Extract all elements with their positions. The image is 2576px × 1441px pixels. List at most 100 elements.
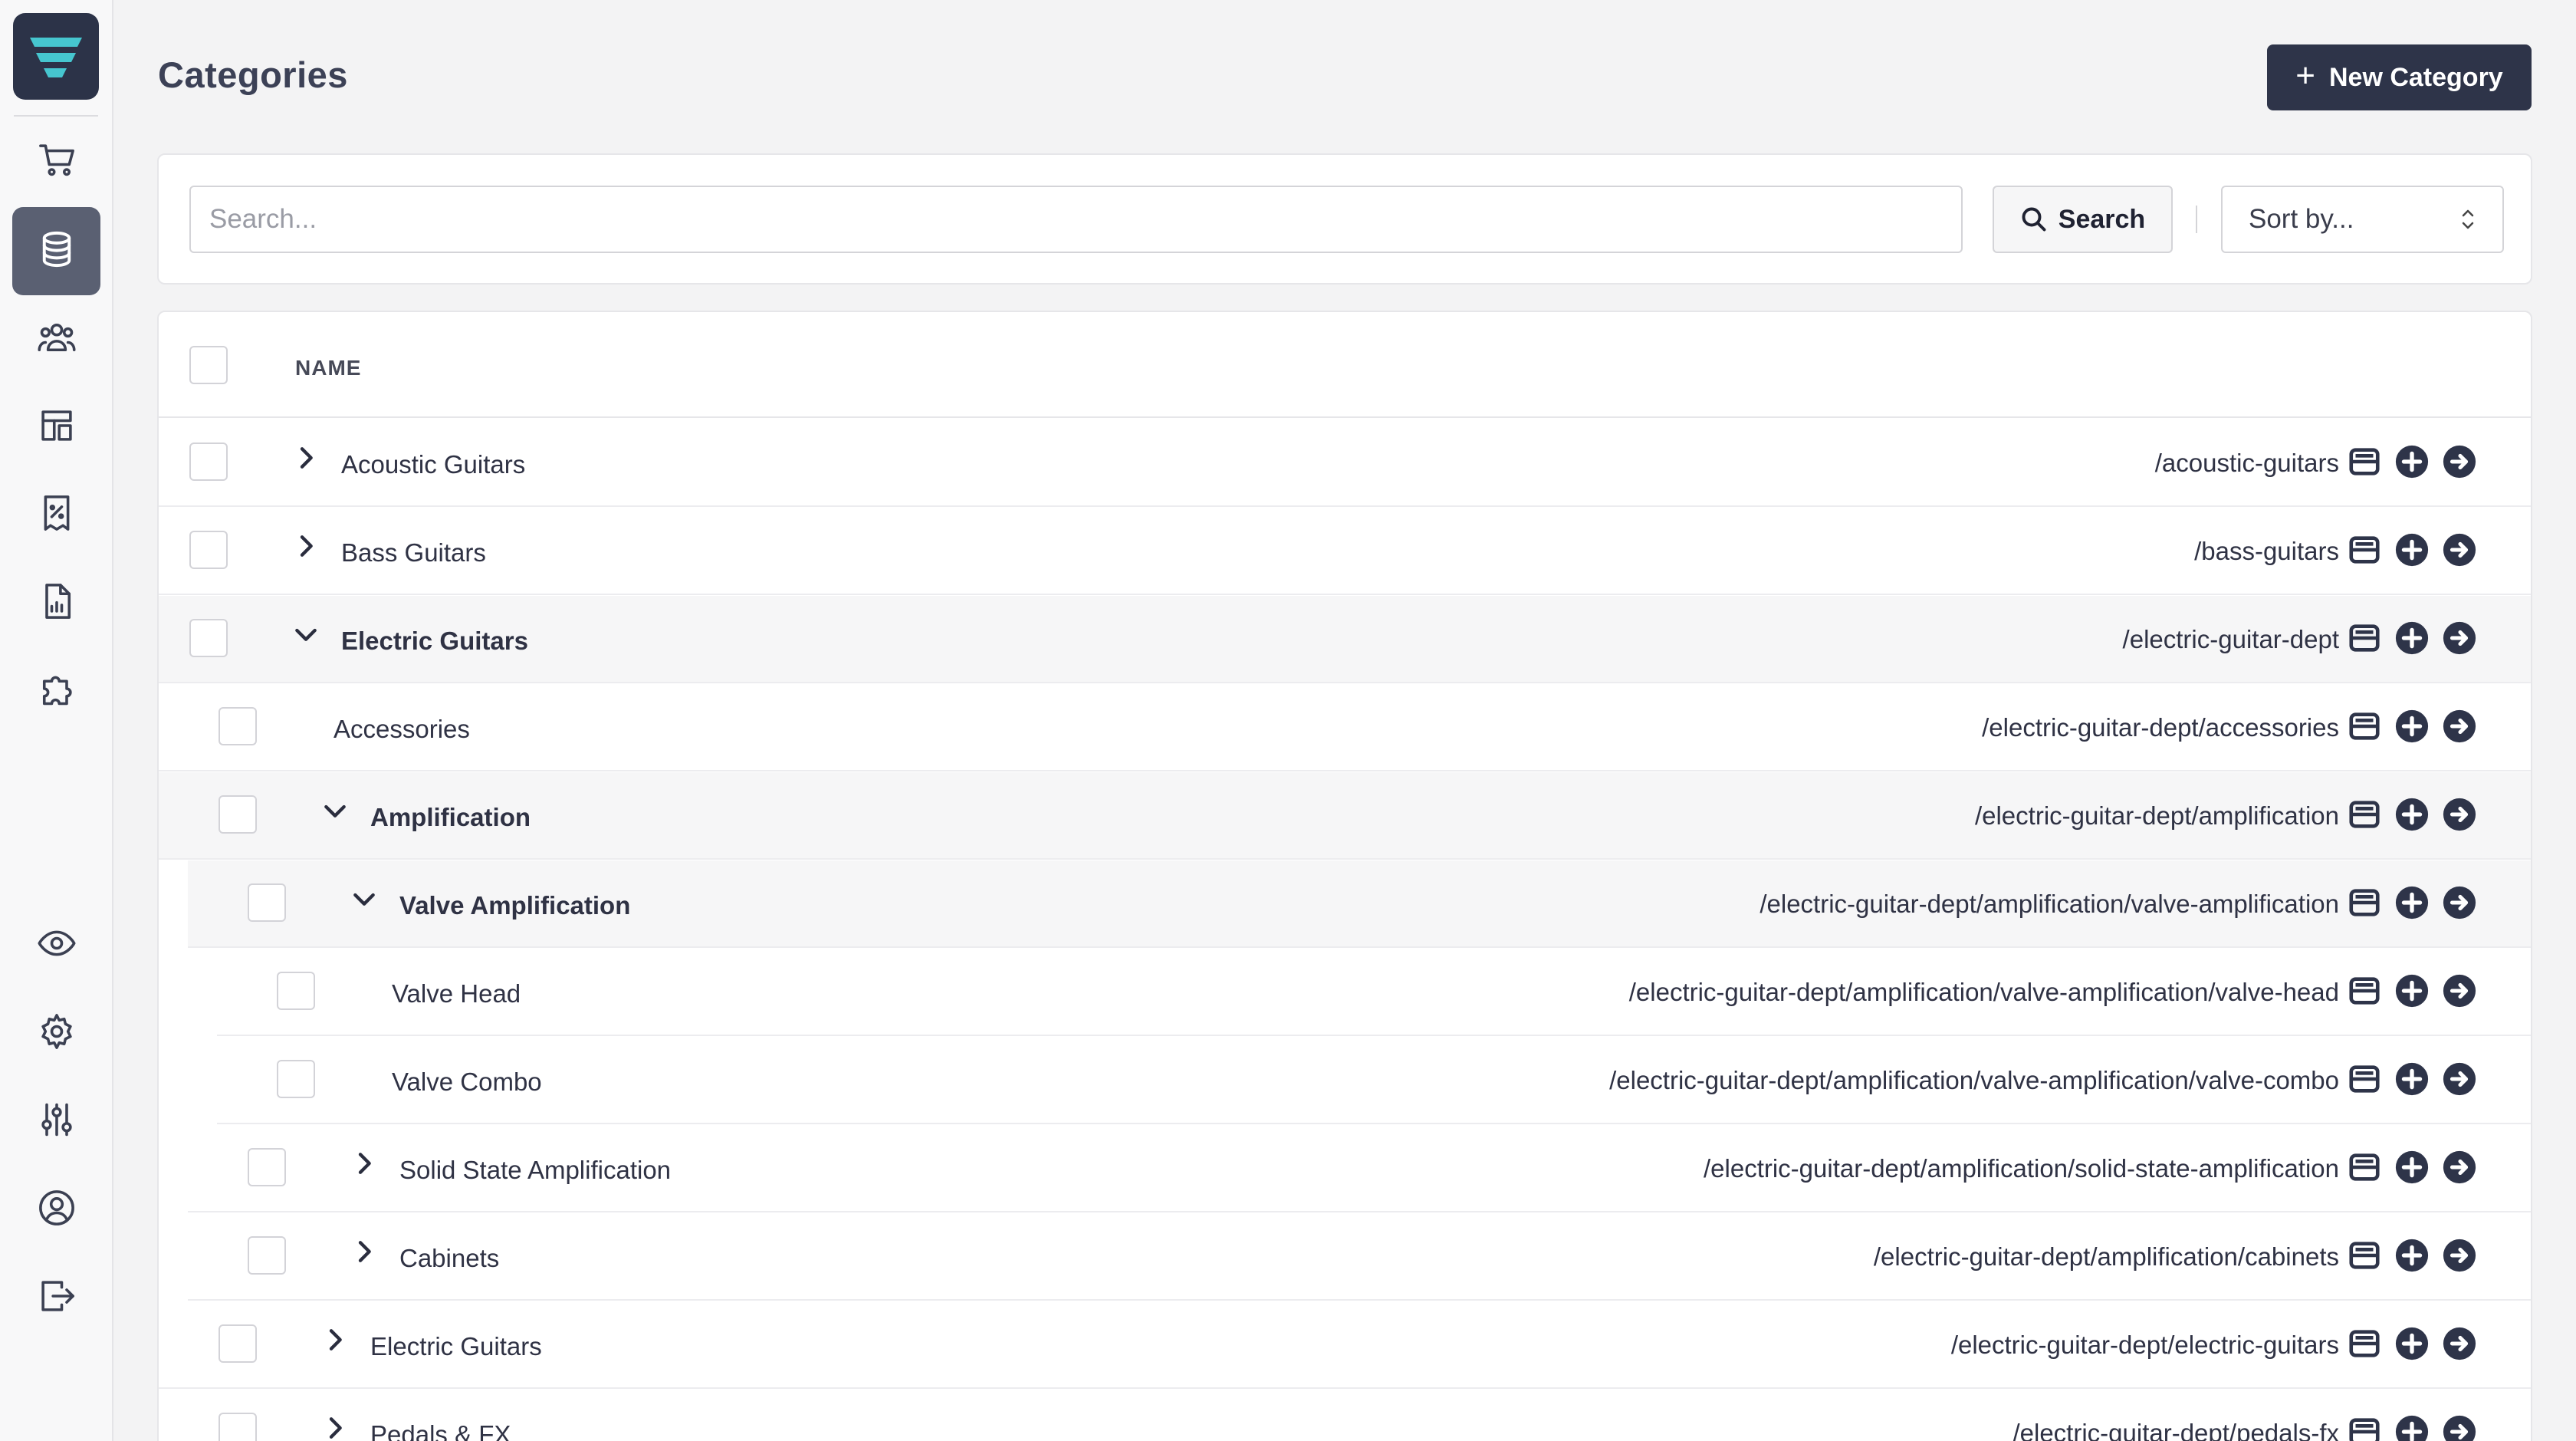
search-button[interactable]: Search <box>1993 186 2173 253</box>
archive-icon[interactable] <box>2347 1326 2382 1361</box>
row-checkbox[interactable] <box>248 883 286 922</box>
table-row[interactable]: Electric Guitars/electric-guitar-dept/el… <box>159 1301 2531 1389</box>
chevron-down-icon[interactable] <box>291 619 321 650</box>
table-row[interactable]: Electric Guitars/electric-guitar-dept <box>159 596 2531 683</box>
row-checkbox[interactable] <box>219 1413 257 1441</box>
chevron-right-icon[interactable] <box>320 1413 350 1441</box>
archive-icon[interactable] <box>2347 1414 2382 1441</box>
search-input[interactable] <box>189 186 1963 253</box>
chevron-down-icon[interactable] <box>349 883 380 914</box>
sidebar-item-receipt-percent[interactable] <box>12 471 100 559</box>
open-arrow-icon[interactable] <box>2442 973 2477 1008</box>
archive-icon[interactable] <box>2347 973 2382 1008</box>
category-name[interactable]: Accessories <box>334 715 470 744</box>
archive-icon[interactable] <box>2347 885 2382 920</box>
table-row[interactable]: Pedals & FX/electric-guitar-dept/pedals-… <box>159 1390 2531 1441</box>
sidebar-item-logout[interactable] <box>12 1254 100 1342</box>
row-checkbox[interactable] <box>189 619 228 657</box>
table-row[interactable]: Bass Guitars/bass-guitars <box>159 508 2531 595</box>
row-checkbox[interactable] <box>189 442 228 481</box>
new-category-button[interactable]: + New Category <box>2267 44 2532 110</box>
category-name[interactable]: Valve Amplification <box>399 891 630 920</box>
open-arrow-icon[interactable] <box>2442 709 2477 744</box>
logo[interactable] <box>13 13 99 100</box>
sidebar-item-report[interactable] <box>12 559 100 647</box>
row-checkbox[interactable] <box>219 1324 257 1363</box>
archive-icon[interactable] <box>2347 709 2382 744</box>
open-arrow-icon[interactable] <box>2442 1238 2477 1273</box>
category-name[interactable]: Pedals & FX <box>370 1420 511 1441</box>
table-row[interactable]: Valve Amplification/electric-guitar-dept… <box>188 860 2531 948</box>
add-child-icon[interactable] <box>2394 1150 2430 1185</box>
add-child-icon[interactable] <box>2394 797 2430 832</box>
table-row[interactable]: Solid State Amplification/electric-guita… <box>188 1125 2531 1212</box>
archive-icon[interactable] <box>2347 532 2382 568</box>
sidebar-item-sliders[interactable] <box>12 1077 100 1166</box>
chevron-down-icon[interactable] <box>320 795 350 826</box>
add-child-icon[interactable] <box>2394 1326 2430 1361</box>
archive-icon[interactable] <box>2347 1150 2382 1185</box>
chevron-right-icon[interactable] <box>349 1236 380 1267</box>
open-arrow-icon[interactable] <box>2442 1150 2477 1185</box>
add-child-icon[interactable] <box>2394 444 2430 479</box>
archive-icon[interactable] <box>2347 444 2382 479</box>
sidebar-item-eye[interactable] <box>12 901 100 989</box>
add-child-icon[interactable] <box>2394 532 2430 568</box>
row-checkbox[interactable] <box>219 795 257 834</box>
sort-select[interactable]: Sort by... <box>2221 186 2504 253</box>
sort-select-value: Sort by... <box>2249 204 2354 234</box>
add-child-icon[interactable] <box>2394 620 2430 656</box>
row-checkbox[interactable] <box>219 707 257 745</box>
add-child-icon[interactable] <box>2394 709 2430 744</box>
archive-icon[interactable] <box>2347 797 2382 832</box>
sidebar-item-layout[interactable] <box>12 383 100 472</box>
archive-icon[interactable] <box>2347 620 2382 656</box>
category-name[interactable]: Amplification <box>370 803 531 832</box>
add-child-icon[interactable] <box>2394 885 2430 920</box>
table-row[interactable]: Cabinets/electric-guitar-dept/amplificat… <box>188 1213 2531 1301</box>
sidebar-item-cart[interactable] <box>12 117 100 206</box>
category-name[interactable]: Cabinets <box>399 1244 499 1273</box>
category-name[interactable]: Electric Guitars <box>370 1332 542 1361</box>
open-arrow-icon[interactable] <box>2442 1326 2477 1361</box>
row-checkbox[interactable] <box>248 1236 286 1275</box>
table-row[interactable]: Valve Combo/electric-guitar-dept/amplifi… <box>217 1037 2531 1124</box>
chevron-right-icon[interactable] <box>320 1324 350 1355</box>
chevron-right-icon[interactable] <box>291 531 321 561</box>
sidebar-item-gear[interactable] <box>12 989 100 1077</box>
add-child-icon[interactable] <box>2394 1238 2430 1273</box>
category-name[interactable]: Bass Guitars <box>341 538 486 568</box>
chevron-right-icon[interactable] <box>291 442 321 473</box>
add-child-icon[interactable] <box>2394 973 2430 1008</box>
table-row[interactable]: Amplification/electric-guitar-dept/ampli… <box>159 772 2531 860</box>
add-child-icon[interactable] <box>2394 1414 2430 1441</box>
archive-icon[interactable] <box>2347 1238 2382 1273</box>
table-row[interactable]: Acoustic Guitars/acoustic-guitars <box>159 419 2531 507</box>
add-child-icon[interactable] <box>2394 1061 2430 1097</box>
category-name[interactable]: Electric Guitars <box>341 627 528 656</box>
row-checkbox[interactable] <box>248 1148 286 1186</box>
sidebar-item-users[interactable] <box>12 295 100 383</box>
open-arrow-icon[interactable] <box>2442 885 2477 920</box>
category-name[interactable]: Solid State Amplification <box>399 1156 671 1185</box>
open-arrow-icon[interactable] <box>2442 532 2477 568</box>
category-name[interactable]: Valve Head <box>392 979 521 1008</box>
open-arrow-icon[interactable] <box>2442 1061 2477 1097</box>
category-name[interactable]: Acoustic Guitars <box>341 450 525 479</box>
sidebar-item-puzzle[interactable] <box>12 646 100 735</box>
chevron-right-icon[interactable] <box>349 1148 380 1179</box>
select-all-checkbox[interactable] <box>189 346 228 384</box>
table-row[interactable]: Accessories/electric-guitar-dept/accesso… <box>159 684 2531 771</box>
archive-icon[interactable] <box>2347 1061 2382 1097</box>
open-arrow-icon[interactable] <box>2442 620 2477 656</box>
row-checkbox[interactable] <box>277 1060 315 1098</box>
open-arrow-icon[interactable] <box>2442 444 2477 479</box>
sidebar-item-database[interactable] <box>12 207 100 295</box>
row-checkbox[interactable] <box>277 972 315 1010</box>
row-checkbox[interactable] <box>189 531 228 569</box>
open-arrow-icon[interactable] <box>2442 1414 2477 1441</box>
sidebar-item-user-circle[interactable] <box>12 1166 100 1254</box>
table-row[interactable]: Valve Head/electric-guitar-dept/amplific… <box>217 949 2531 1036</box>
category-name[interactable]: Valve Combo <box>392 1068 542 1097</box>
open-arrow-icon[interactable] <box>2442 797 2477 832</box>
